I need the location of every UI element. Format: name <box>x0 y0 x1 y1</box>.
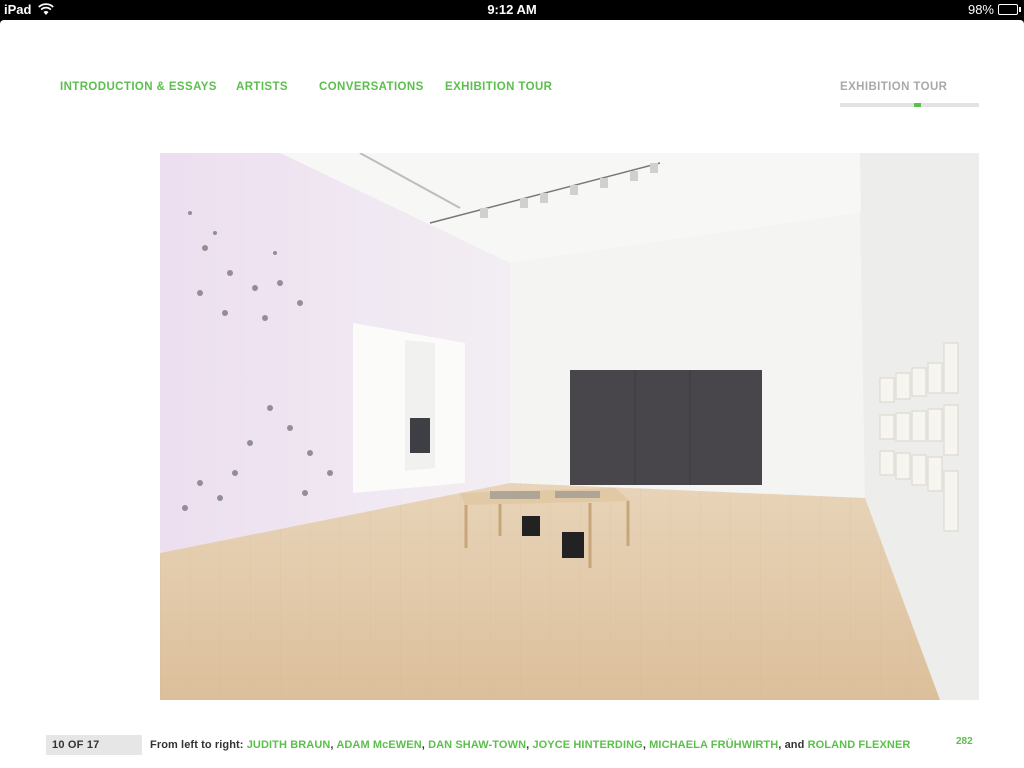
status-bar: iPad 9:12 AM 98% <box>0 0 1024 20</box>
photo-caption: From left to right: JUDITH BRAUN, ADAM M… <box>150 739 910 751</box>
slide-counter: 10 OF 17 <box>46 735 142 755</box>
battery-icon <box>998 4 1021 15</box>
nav-exhibition-tour[interactable]: EXHIBITION TOUR <box>445 81 552 93</box>
page-number: 282 <box>956 736 973 747</box>
caption-final-separator: , and <box>778 739 808 751</box>
nav-artists[interactable]: ARTISTS <box>236 81 288 93</box>
gallery-scene <box>160 153 979 700</box>
nav-conversations[interactable]: CONVERSATIONS <box>319 81 424 93</box>
artist-link-joyce-hinterding[interactable]: JOYCE HINTERDING <box>532 739 642 751</box>
artist-link-judith-braun[interactable]: JUDITH BRAUN <box>247 739 331 751</box>
progress-thumb[interactable] <box>914 103 921 107</box>
nav-introduction-essays[interactable]: INTRODUCTION & ESSAYS <box>60 81 217 93</box>
gallery-installation-photo[interactable] <box>160 153 979 700</box>
artist-link-adam-mcewen[interactable]: ADAM McEWEN <box>336 739 421 751</box>
caption-prefix: From left to right: <box>150 739 247 751</box>
battery-percentage: 98% <box>967 2 994 17</box>
artist-link-dan-shaw-town[interactable]: DAN SHAW-TOWN <box>428 739 526 751</box>
artist-link-roland-flexner[interactable]: ROLAND FLEXNER <box>808 739 911 751</box>
clock: 9:12 AM <box>487 2 537 17</box>
ebook-page: INTRODUCTION & ESSAYS ARTISTS CONVERSATI… <box>0 20 1024 768</box>
progress-track[interactable] <box>840 103 979 107</box>
section-progress[interactable]: EXHIBITION TOUR <box>840 81 979 107</box>
section-title: EXHIBITION TOUR <box>840 81 948 93</box>
artist-link-michaela-fruhwirth[interactable]: MICHAELA FRÜHWIRTH <box>649 739 778 751</box>
